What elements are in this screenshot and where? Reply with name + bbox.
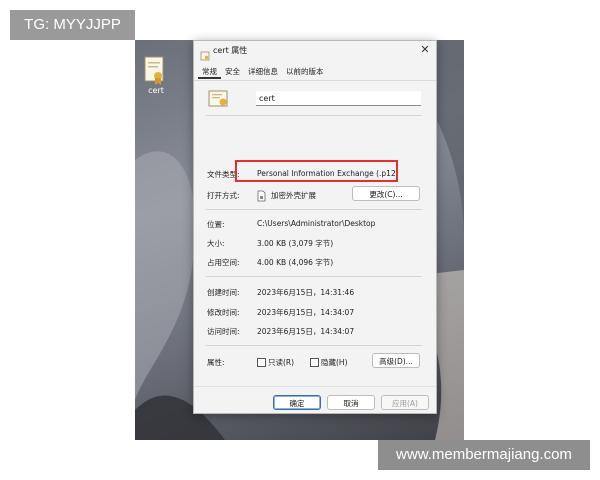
apply-button[interactable]: 应用(A) [381,395,429,410]
certificate-file-icon[interactable] [143,56,167,90]
tab-strip: 常规 安全 详细信息 以前的版本 [198,65,328,79]
window-title: cert 属性 [213,46,248,55]
change-button[interactable]: 更改(C)... [352,186,420,201]
tab-previous-versions[interactable]: 以前的版本 [282,65,328,79]
footer-divider [194,386,436,387]
location-label: 位置: [207,220,225,229]
highlight-box [235,160,398,182]
title-bar[interactable]: cert 属性 ✕ [194,41,436,61]
tab-details[interactable]: 详细信息 [244,65,282,79]
created-label: 创建时间: [207,288,240,297]
properties-dialog: cert 属性 ✕ 常规 安全 详细信息 以前的版本 cert 文件类型: Pe… [193,40,437,414]
divider [206,209,422,210]
divider [206,115,422,116]
encryption-shell-icon [257,187,266,206]
location-value: C:\Users\Administrator\Desktop [257,219,376,228]
watermark-bottom-right: www.membermajiang.com [378,440,590,470]
divider [206,345,422,346]
size-on-disk-label: 占用空间: [207,258,240,267]
readonly-checkbox[interactable] [257,358,266,367]
ok-button[interactable]: 确定 [273,395,321,410]
size-label: 大小: [207,239,225,248]
accessed-label: 访问时间: [207,327,240,336]
modified-value: 2023年6月15日，14:34:07 [257,308,355,317]
cancel-button[interactable]: 取消 [327,395,375,410]
watermark-top-left: TG: MYYJJPP [10,10,135,40]
readonly-label: 只读(R) [268,358,295,367]
accessed-value: 2023年6月15日，14:34:07 [257,327,355,336]
desktop-icon-label: cert [148,86,164,95]
hidden-label: 隐藏(H) [321,358,348,367]
divider [206,276,422,277]
file-name-input[interactable]: cert [256,91,421,106]
tab-security[interactable]: 安全 [221,65,244,79]
open-with-value: 加密外壳扩展 [271,191,316,200]
general-panel: cert 文件类型: Personal Information Exchange… [194,81,436,391]
open-with-label: 打开方式: [207,191,240,200]
created-value: 2023年6月15日，14:31:46 [257,288,355,297]
size-value: 3.00 KB (3,079 字节) [257,239,334,248]
modified-label: 修改时间: [207,308,240,317]
hidden-checkbox[interactable] [310,358,319,367]
advanced-button[interactable]: 高级(D)... [372,353,420,368]
tab-general[interactable]: 常规 [198,65,221,79]
size-on-disk-value: 4.00 KB (4,096 字节) [257,258,334,267]
file-small-icon [200,46,210,65]
attributes-label: 属性: [207,358,225,367]
close-icon[interactable]: ✕ [418,43,432,57]
certificate-file-icon-large [208,89,230,113]
